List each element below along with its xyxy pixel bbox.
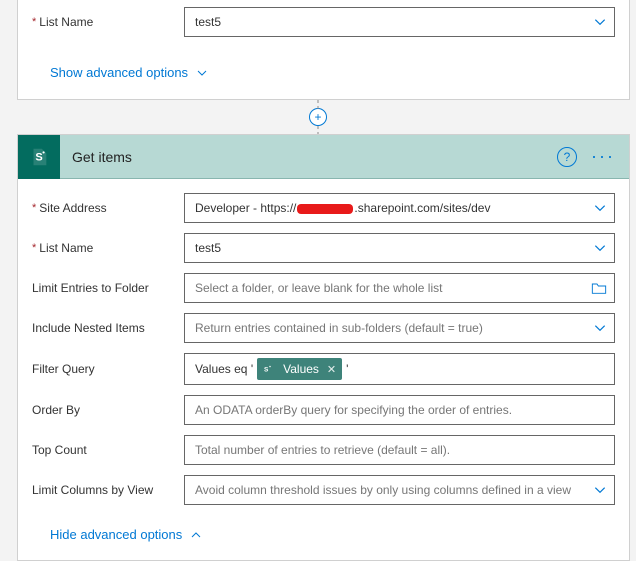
sharepoint-icon: S [18,135,60,179]
limit-columns-label: Limit Columns by View [32,483,184,497]
limit-columns-dropdown[interactable]: Avoid column threshold issues by only us… [184,475,615,505]
chevron-down-icon[interactable] [593,241,607,255]
top-count-input[interactable]: Total number of entries to retrieve (def… [184,435,615,465]
limit-folder-label: Limit Entries to Folder [32,281,184,295]
card-header[interactable]: S Get items ? ··· [18,135,629,179]
chevron-down-icon[interactable] [593,321,607,335]
chevron-down-icon[interactable] [593,483,607,497]
svg-text:S: S [264,367,269,374]
top-count-label: Top Count [32,443,184,457]
limit-folder-input[interactable]: Select a folder, or leave blank for the … [184,273,615,303]
list-name-label: *List Name [32,15,184,29]
help-icon[interactable]: ? [557,147,577,167]
include-nested-label: Include Nested Items [32,321,184,335]
hide-advanced-toggle[interactable]: Hide advanced options [50,527,202,542]
get-items-card: S Get items ? ··· *Site Address Develope… [17,134,630,561]
list-name-dropdown[interactable]: test5 [184,7,615,37]
list-name-label: *List Name [32,241,184,255]
chevron-down-icon[interactable] [593,15,607,29]
filter-query-input[interactable]: Values eq ' S Values ✕ ' [184,353,615,385]
add-step-button[interactable]: + [309,108,327,126]
dynamic-token-values[interactable]: S Values ✕ [257,358,342,380]
order-by-label: Order By [32,403,184,417]
remove-token-icon[interactable]: ✕ [327,363,336,376]
more-menu-icon[interactable]: ··· [587,146,619,167]
sharepoint-icon: S [257,358,277,380]
site-address-dropdown[interactable]: Developer - https://.sharepoint.com/site… [184,193,615,223]
site-address-label: *Site Address [32,201,184,215]
previous-action-card: *List Name test5 Show advanced options [17,0,630,100]
folder-icon[interactable] [591,281,607,295]
chevron-down-icon[interactable] [593,201,607,215]
filter-query-label: Filter Query [32,362,184,376]
card-title: Get items [60,149,557,165]
svg-text:S: S [35,151,42,163]
include-nested-dropdown[interactable]: Return entries contained in sub-folders … [184,313,615,343]
redacted-text [297,204,353,214]
list-name-dropdown[interactable]: test5 [184,233,615,263]
show-advanced-toggle[interactable]: Show advanced options [32,65,208,80]
order-by-input[interactable]: An ODATA orderBy query for specifying th… [184,395,615,425]
